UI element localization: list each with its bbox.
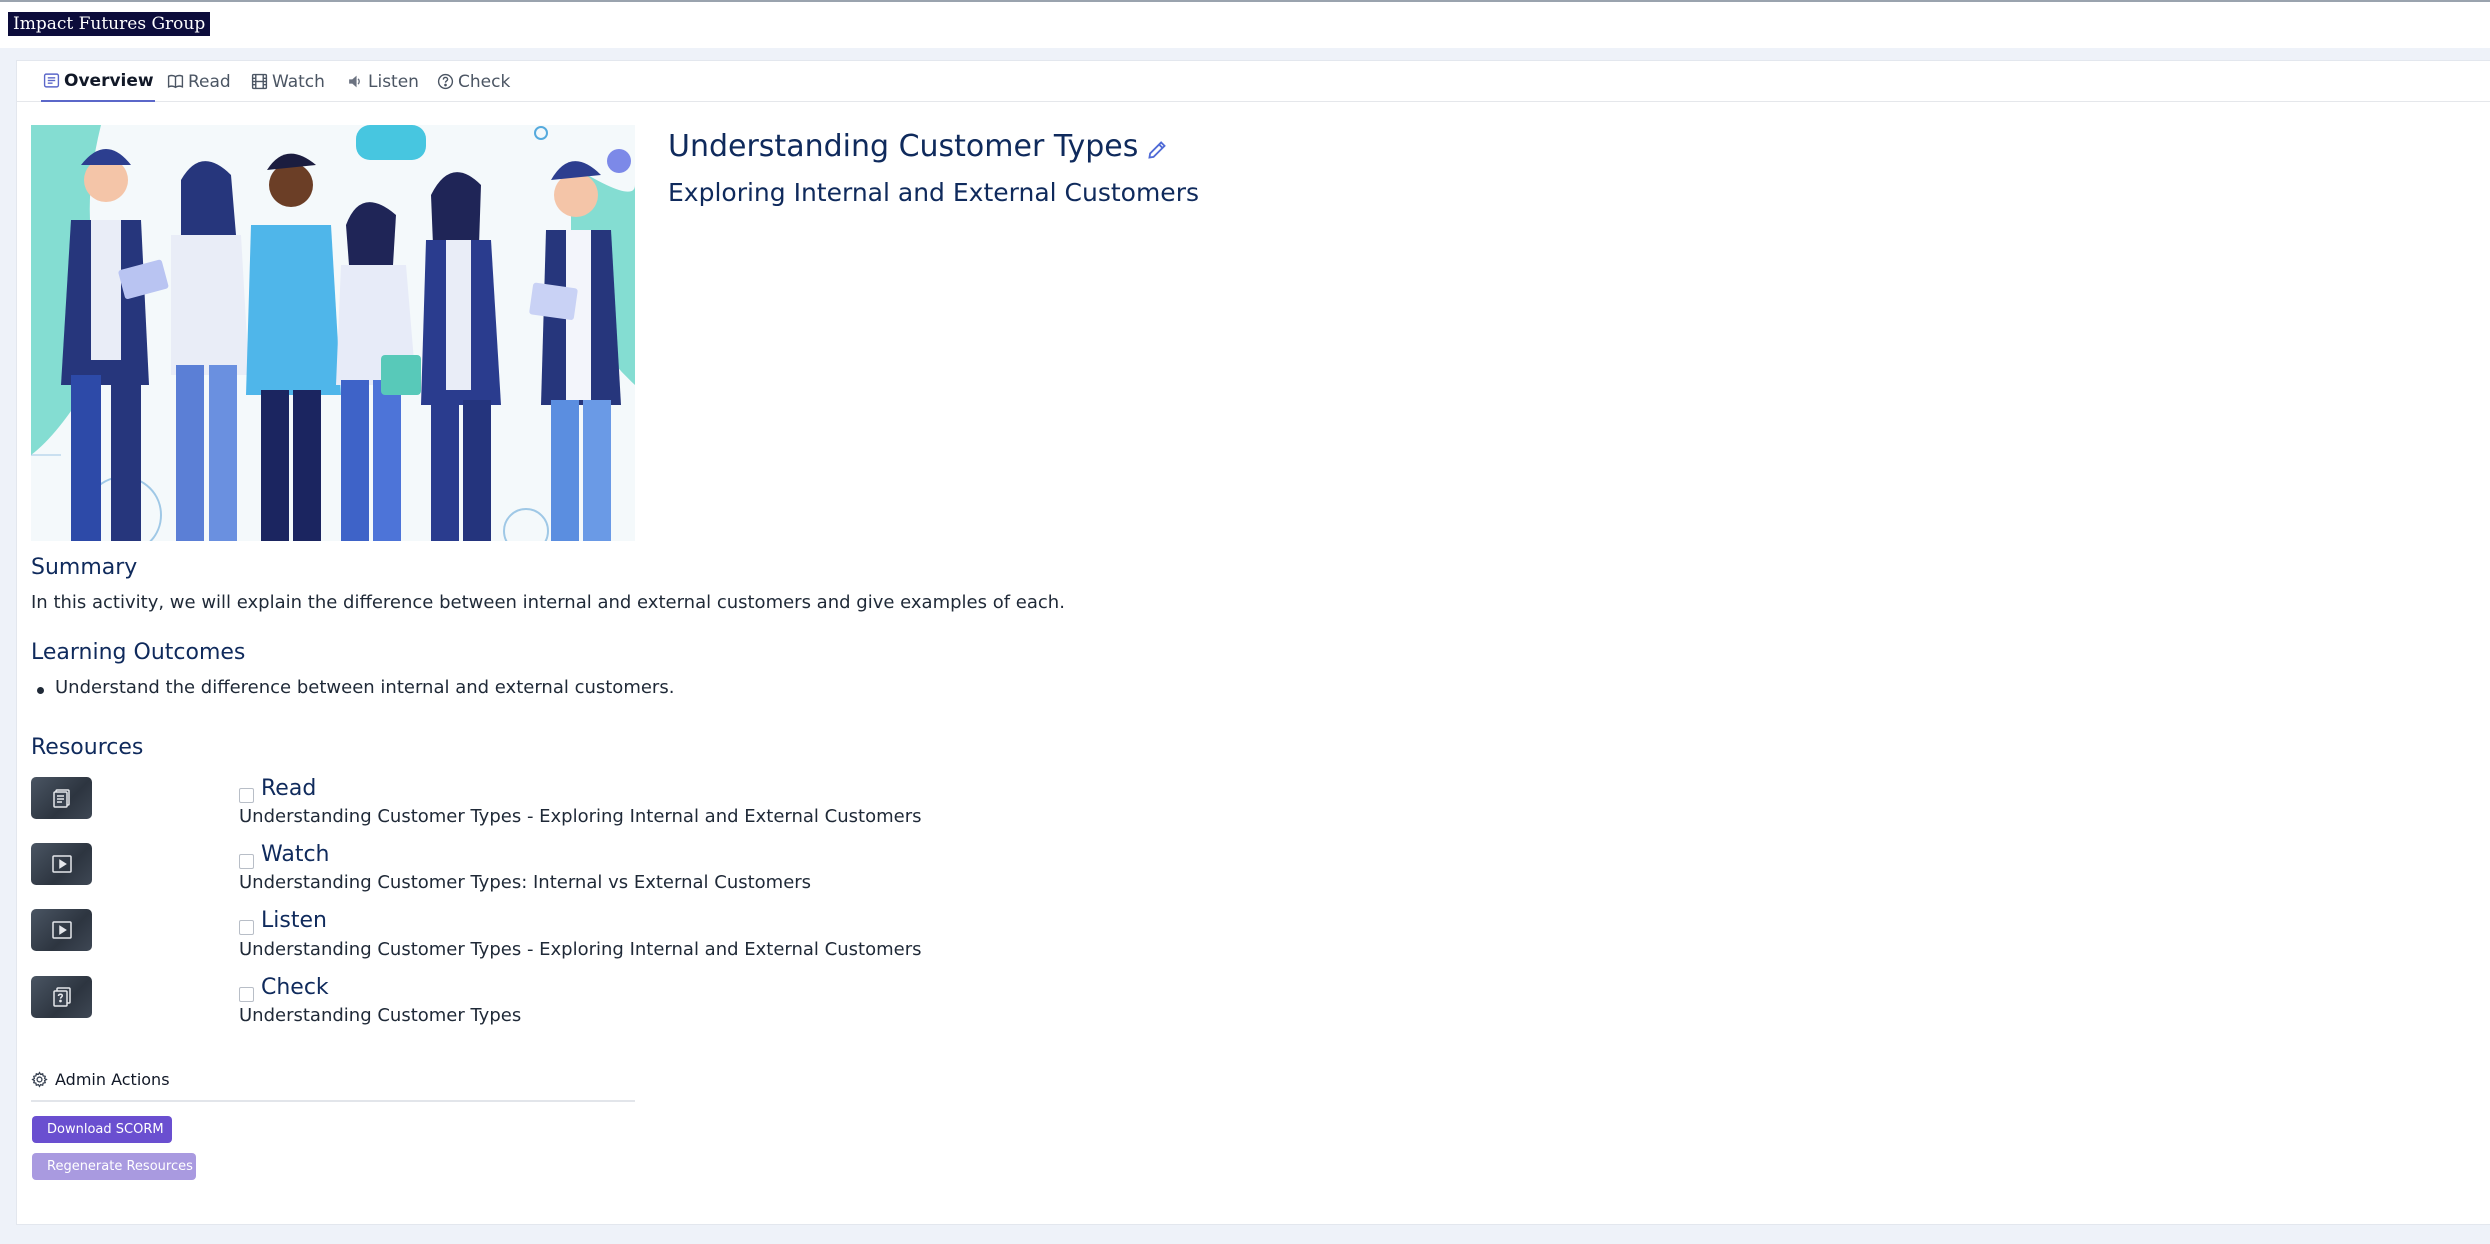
list-icon <box>43 73 60 88</box>
admin-actions-toggle[interactable]: Admin Actions <box>31 1070 170 1089</box>
tab-label: Check <box>458 71 511 92</box>
learning-outcomes-heading: Learning Outcomes <box>31 640 246 665</box>
bullet-marker <box>37 687 44 694</box>
resource-thumbnail-read[interactable] <box>31 777 92 819</box>
activity-title-row: Understanding Customer Types <box>668 129 1168 164</box>
resource-title-check[interactable]: Check <box>261 975 329 1000</box>
tab-label: Overview <box>64 70 154 91</box>
resource-description-check: Understanding Customer Types <box>239 1005 522 1026</box>
resource-checkbox-watch[interactable] <box>239 854 254 869</box>
admin-actions-label: Admin Actions <box>55 1070 170 1089</box>
document-icon <box>52 789 70 808</box>
hero-illustration <box>31 125 635 541</box>
regenerate-resources-button[interactable]: Regenerate Resources <box>32 1153 196 1180</box>
resource-thumbnail-check[interactable] <box>31 976 92 1018</box>
activity-title: Understanding Customer Types <box>668 129 1139 164</box>
pencil-icon[interactable] <box>1146 139 1168 161</box>
activity-card: Overview Read Watch Listen Check Underst… <box>16 60 2490 1225</box>
resource-title-watch[interactable]: Watch <box>261 842 330 867</box>
resource-title-read[interactable]: Read <box>261 776 316 801</box>
tab-label: Watch <box>272 71 325 92</box>
quiz-icon <box>52 987 71 1007</box>
tab-overview[interactable]: Overview <box>41 61 155 102</box>
gear-icon <box>31 1071 48 1088</box>
summary-heading: Summary <box>31 555 138 580</box>
play-icon <box>51 855 72 873</box>
film-icon <box>251 73 268 90</box>
download-scorm-button[interactable]: Download SCORM <box>32 1116 172 1143</box>
regenerate-resources-label: Regenerate Resources <box>47 1159 193 1174</box>
summary-text: In this activity, we will explain the di… <box>31 592 1065 613</box>
resource-thumbnail-watch[interactable] <box>31 843 92 885</box>
activity-subtitle: Exploring Internal and External Customer… <box>668 178 1199 207</box>
tab-label: Read <box>188 71 231 92</box>
top-bar: Impact Futures Group <box>0 0 2490 48</box>
divider <box>31 1100 635 1102</box>
resource-checkbox-read[interactable] <box>239 788 254 803</box>
resource-title-listen[interactable]: Listen <box>261 908 327 933</box>
download-scorm-label: Download SCORM <box>47 1122 164 1137</box>
tab-label: Listen <box>368 71 419 92</box>
tab-check[interactable]: Check <box>437 61 510 102</box>
audio-icon <box>349 75 360 88</box>
tab-bar: Overview Read Watch Listen Check <box>17 61 2490 102</box>
resource-checkbox-listen[interactable] <box>239 920 254 935</box>
resource-checkbox-check[interactable] <box>239 987 254 1002</box>
resource-description-read: Understanding Customer Types - Exploring… <box>239 806 922 827</box>
tab-watch[interactable]: Watch <box>251 61 325 102</box>
learning-outcome-item: Understand the difference between intern… <box>55 677 675 698</box>
question-icon <box>437 73 454 90</box>
play-icon <box>51 921 72 939</box>
resources-heading: Resources <box>31 735 144 760</box>
resource-thumbnail-listen[interactable] <box>31 909 92 951</box>
resource-description-watch: Understanding Customer Types: Internal v… <box>239 872 812 893</box>
resource-description-listen: Understanding Customer Types - Exploring… <box>239 939 922 960</box>
tab-listen[interactable]: Listen <box>347 61 419 102</box>
book-icon <box>167 74 184 89</box>
tab-read[interactable]: Read <box>167 61 231 102</box>
brand-logo[interactable]: Impact Futures Group <box>8 12 211 36</box>
